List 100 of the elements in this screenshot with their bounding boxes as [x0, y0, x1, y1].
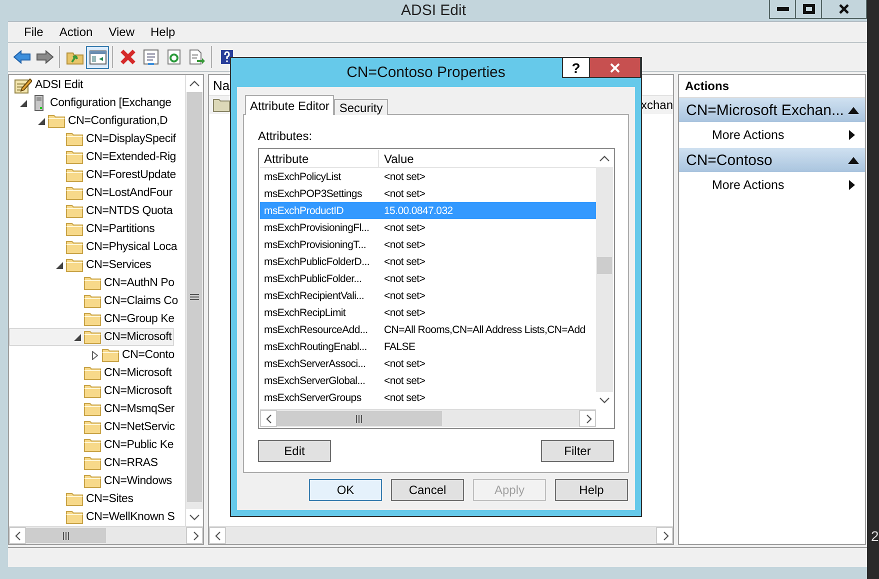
close-button[interactable]: [589, 58, 641, 78]
menu-item[interactable]: View: [100, 25, 142, 39]
collapse-arrow-icon[interactable]: [848, 156, 859, 164]
chevron-down-icon[interactable]: [186, 509, 203, 526]
column-header[interactable]: Na: [209, 75, 234, 95]
menu-item[interactable]: Help: [142, 25, 184, 39]
attribute-row[interactable]: msExchRoutingEnabl... FALSE: [260, 338, 596, 355]
actions-section-header[interactable]: CN=Microsoft Exchan...: [679, 98, 865, 122]
console-tree-button[interactable]: [86, 46, 109, 68]
attribute-row[interactable]: msExchResourceAdd... CN=All Rooms,CN=All Address Lists,CN=Add: [260, 321, 596, 338]
close-button[interactable]: [821, 0, 867, 19]
attribute-row[interactable]: msExchServerAssoci... <not set>: [260, 355, 596, 372]
tree-item[interactable]: CN=Public Ke: [9, 436, 176, 454]
help-icon: [220, 50, 232, 64]
minimize-button[interactable]: [769, 0, 796, 19]
tree-item[interactable]: CN=AuthN Po: [9, 274, 176, 292]
chevron-left-icon[interactable]: [209, 527, 226, 544]
vertical-scrollbar[interactable]: [596, 150, 613, 409]
tree-item[interactable]: CN=Claims Co: [9, 292, 180, 310]
folder-icon: [66, 492, 83, 506]
scroll-thumb[interactable]: [187, 92, 202, 502]
action-link[interactable]: More Actions: [712, 128, 784, 142]
tree-item[interactable]: CN=Physical Loca: [9, 238, 180, 256]
chevron-left-icon[interactable]: [260, 410, 277, 427]
tree-item[interactable]: CN=Configuration,D: [9, 112, 170, 130]
expanded-arrow-icon[interactable]: [20, 100, 26, 106]
properties-icon: [142, 49, 158, 65]
tree-item[interactable]: CN=Extended-Rig: [9, 148, 178, 166]
collapsed-arrow-icon[interactable]: [92, 350, 98, 360]
dialog-button[interactable]: OK: [309, 479, 382, 501]
tree-item[interactable]: CN=NTDS Quota: [9, 202, 175, 220]
panel-icon: [88, 50, 106, 64]
tree-item[interactable]: CN=Microsoft: [9, 382, 174, 400]
chevron-right-icon[interactable]: [579, 410, 596, 427]
close-icon: [838, 4, 850, 14]
horizontal-scrollbar[interactable]: [260, 409, 596, 427]
folder-icon: [66, 204, 83, 218]
tree-item[interactable]: CN=Microsoft: [9, 364, 174, 382]
dialog-button[interactable]: Cancel: [391, 479, 464, 501]
expanded-arrow-icon[interactable]: [38, 118, 44, 124]
help-button[interactable]: ?: [562, 58, 590, 78]
tree-item[interactable]: CN=Services: [9, 256, 154, 274]
scroll-thumb[interactable]: [26, 528, 106, 543]
attribute-row[interactable]: msExchProvisioningFl... <not set>: [260, 219, 596, 236]
tree-item[interactable]: CN=Partitions: [9, 220, 157, 238]
attribute-row[interactable]: msExchServerGlobal... <not set>: [260, 372, 596, 389]
tree-item[interactable]: CN=LostAndFour: [9, 184, 174, 202]
tab[interactable]: Security: [334, 99, 388, 115]
folder-icon: [84, 474, 101, 488]
filter-button[interactable]: Filter: [541, 440, 614, 462]
tree-item[interactable]: CN=Microsoft: [9, 328, 174, 346]
tab[interactable]: Attribute Editor: [245, 95, 334, 115]
expanded-arrow-icon[interactable]: [74, 334, 80, 340]
column-header[interactable]: Value: [379, 150, 596, 167]
horizontal-scrollbar[interactable]: [209, 526, 673, 544]
action-link[interactable]: More Actions: [712, 178, 784, 192]
horizontal-scrollbar[interactable]: [9, 526, 203, 544]
tree-item[interactable]: CN=Sites: [9, 490, 136, 508]
collapse-arrow-icon[interactable]: [848, 106, 859, 114]
attribute-row[interactable]: msExchRecipientVali... <not set>: [260, 287, 596, 304]
actions-section-header[interactable]: CN=Contoso: [679, 148, 865, 172]
tree-item[interactable]: Configuration [Exchange: [9, 94, 174, 112]
attribute-row[interactable]: msExchPOP3Settings <not set>: [260, 185, 596, 202]
attribute-row[interactable]: msExchPolicyList <not set>: [260, 168, 596, 185]
folder-icon: [66, 258, 83, 272]
chevron-up-icon[interactable]: [596, 150, 613, 167]
scroll-thumb[interactable]: [277, 411, 442, 426]
chevron-left-icon[interactable]: [9, 527, 26, 544]
tree-item[interactable]: CN=Group Ke: [9, 310, 176, 328]
attribute-row[interactable]: msExchPublicFolder... <not set>: [260, 270, 596, 287]
vertical-scrollbar[interactable]: [185, 75, 203, 526]
menu-item[interactable]: Action: [51, 25, 101, 39]
tree-item[interactable]: CN=DisplaySpecif: [9, 130, 178, 148]
chevron-right-icon[interactable]: [656, 527, 673, 544]
menu-item[interactable]: File: [16, 25, 52, 39]
list-item[interactable]: xchan: [640, 98, 673, 112]
refresh-icon: [166, 49, 182, 65]
attribute-row[interactable]: msExchServerGroups <not set>: [260, 389, 596, 406]
minimize-icon: [776, 7, 788, 11]
folder-icon: [84, 456, 101, 470]
tree-item[interactable]: CN=WellKnown S: [9, 508, 177, 526]
attribute-row[interactable]: msExchPublicFolderD... <not set>: [260, 253, 596, 270]
chevron-right-icon[interactable]: [186, 527, 203, 544]
column-header[interactable]: Attribute: [260, 150, 379, 167]
tree-item[interactable]: ADSI Edit: [9, 76, 86, 94]
attribute-row[interactable]: msExchRecipLimit <not set>: [260, 304, 596, 321]
tree-item[interactable]: CN=Conto: [9, 346, 176, 364]
dialog-button[interactable]: Help: [555, 479, 628, 501]
attribute-row[interactable]: msExchProvisioningT... <not set>: [260, 236, 596, 253]
expanded-arrow-icon[interactable]: [56, 262, 62, 268]
forward-arrow-icon: [36, 50, 54, 64]
chevron-up-icon[interactable]: [186, 75, 203, 92]
edit-button[interactable]: Edit: [258, 440, 331, 462]
tree-item[interactable]: CN=NetServic: [9, 418, 177, 436]
tree-item[interactable]: CN=Windows: [9, 472, 174, 490]
tree-item[interactable]: CN=MsmqSer: [9, 400, 177, 418]
tree-item[interactable]: CN=RRAS: [9, 454, 160, 472]
dialog-title: CN=Contoso Properties: [346, 64, 506, 81]
scroll-thumb[interactable]: [597, 257, 612, 274]
tree-item[interactable]: CN=ForestUpdate: [9, 166, 178, 184]
